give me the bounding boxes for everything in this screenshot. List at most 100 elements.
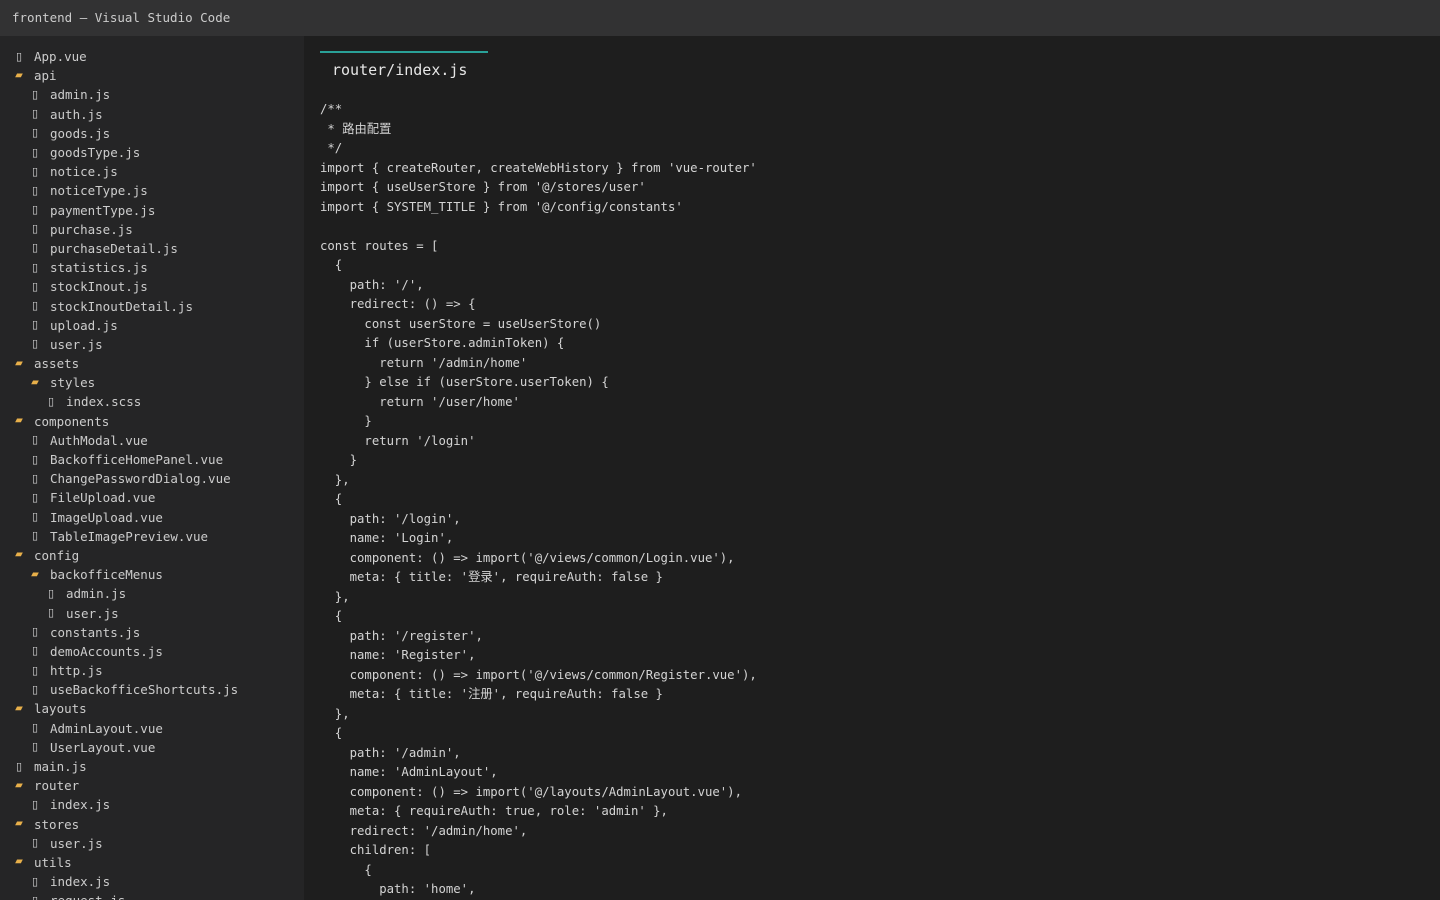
tree-file[interactable]: ▯ UserLayout.vue	[0, 738, 304, 757]
tree-file[interactable]: ▯ constants.js	[0, 623, 304, 642]
tree-folder[interactable]: ▰ assets	[0, 354, 304, 373]
code-line: import { SYSTEM_TITLE } from '@/config/c…	[320, 199, 683, 214]
tree-item-label: request.js	[50, 893, 125, 900]
tree-file[interactable]: ▯ index.scss	[0, 392, 304, 411]
file-icon: ▯	[31, 279, 39, 293]
tree-file[interactable]: ▯ admin.js	[0, 584, 304, 603]
tree-item-label: index.js	[50, 797, 111, 813]
tree-file[interactable]: ▯ admin.js	[0, 85, 304, 104]
tree-folder[interactable]: ▰ router	[0, 776, 304, 795]
code-line: {	[320, 492, 343, 506]
folder-icon: ▰	[31, 568, 39, 580]
code-content[interactable]: /** * 路由配置 */ import { createRouter, crea…	[320, 100, 757, 900]
tree-file[interactable]: ▯ useBackofficeShortcuts.js	[0, 680, 304, 699]
tree-file[interactable]: ▯ purchaseDetail.js	[0, 239, 304, 258]
folder-icon: ▰	[15, 357, 23, 369]
tree-file[interactable]: ▯ TableImagePreview.vue	[0, 527, 304, 546]
tree-item-label: goods.js	[50, 125, 111, 141]
tree-file[interactable]: ▯ request.js	[0, 891, 304, 900]
folder-icon: ▰	[15, 856, 23, 868]
tree-folder[interactable]: ▰ config	[0, 546, 304, 565]
tree-file[interactable]: ▯ user.js	[0, 834, 304, 853]
code-line: },	[320, 472, 350, 487]
file-icon: ▯	[31, 299, 39, 313]
tree-file[interactable]: ▯ stockInout.js	[0, 277, 304, 296]
tree-folder[interactable]: ▰ api	[0, 66, 304, 85]
file-icon: ▯	[31, 260, 39, 274]
tree-file[interactable]: ▯ demoAccounts.js	[0, 642, 304, 661]
tree-file[interactable]: ▯ ImageUpload.vue	[0, 508, 304, 527]
tree-item-label: notice.js	[50, 164, 118, 180]
code-line: */	[320, 141, 343, 155]
file-icon: ▯	[47, 394, 55, 408]
tree-item-label: statistics.js	[50, 260, 148, 276]
tree-file[interactable]: ▯ AdminLayout.vue	[0, 719, 304, 738]
tree-file[interactable]: ▯ notice.js	[0, 162, 304, 181]
code-line: name: 'Login',	[320, 531, 454, 545]
tree-file[interactable]: ▯ user.js	[0, 603, 304, 622]
code-line: name: 'Register',	[320, 648, 476, 662]
tree-item-label: backofficeMenus	[50, 567, 163, 583]
tree-file[interactable]: ▯ auth.js	[0, 105, 304, 124]
tree-file[interactable]: ▯ noticeType.js	[0, 181, 304, 200]
tree-file[interactable]: ▯ ChangePasswordDialog.vue	[0, 469, 304, 488]
code-line: {	[320, 609, 343, 623]
file-icon: ▯	[31, 836, 39, 850]
tree-file[interactable]: ▯ upload.js	[0, 316, 304, 335]
code-line: * 路由配置	[320, 121, 392, 136]
folder-icon: ▰	[15, 779, 23, 791]
tree-file[interactable]: ▯ BackofficeHomePanel.vue	[0, 450, 304, 469]
tree-item-label: components	[34, 413, 110, 429]
tree-folder[interactable]: ▰ layouts	[0, 699, 304, 718]
tree-folder[interactable]: ▰ styles	[0, 373, 304, 392]
tree-folder[interactable]: ▰ backofficeMenus	[0, 565, 304, 584]
code-line: path: '/register',	[320, 628, 483, 643]
tree-file[interactable]: ▯ goods.js	[0, 124, 304, 143]
file-icon: ▯	[31, 471, 39, 485]
tree-file[interactable]: ▯ main.js	[0, 757, 304, 776]
tree-item-label: auth.js	[50, 106, 103, 122]
tree-file[interactable]: ▯ index.js	[0, 795, 304, 814]
code-line: },	[320, 589, 350, 604]
tree-item-label: purchaseDetail.js	[50, 240, 178, 256]
explorer-panel: ▯ App.vue ▰ api ▯ admin.js ▯ auth.js ▯ goods.js ▯ g…	[0, 36, 304, 900]
code-line: component: () => import('@/views/common/…	[320, 550, 735, 565]
code-line: import { createRouter, createWebHistory …	[320, 160, 757, 175]
file-icon: ▯	[31, 164, 39, 178]
tree-file[interactable]: ▯ stockInoutDetail.js	[0, 296, 304, 315]
code-line: path: 'home',	[320, 882, 476, 896]
code-line: component: () => import('@/layouts/Admin…	[320, 784, 742, 799]
tree-file[interactable]: ▯ App.vue	[0, 47, 304, 66]
tree-item-label: purchase.js	[50, 221, 133, 237]
tree-item-label: utils	[34, 854, 72, 870]
tree-file[interactable]: ▯ purchase.js	[0, 220, 304, 239]
file-icon: ▯	[31, 241, 39, 255]
tree-item-label: router	[34, 778, 80, 794]
tree-file[interactable]: ▯ paymentType.js	[0, 201, 304, 220]
tree-folder[interactable]: ▰ stores	[0, 815, 304, 834]
tab-router-index-js[interactable]: router/index.js	[320, 51, 488, 85]
code-line: name: 'AdminLayout',	[320, 765, 498, 779]
code-line: }	[320, 414, 372, 428]
tree-folder[interactable]: ▰ components	[0, 412, 304, 431]
tree-folder[interactable]: ▰ utils	[0, 853, 304, 872]
tree-file[interactable]: ▯ index.js	[0, 872, 304, 891]
folder-icon: ▰	[15, 415, 23, 427]
tree-item-label: demoAccounts.js	[50, 643, 163, 659]
tree-file[interactable]: ▯ http.js	[0, 661, 304, 680]
tree-item-label: TableImagePreview.vue	[50, 528, 209, 544]
folder-icon: ▰	[15, 702, 23, 714]
code-line: const routes = [	[320, 238, 439, 253]
tree-file[interactable]: ▯ statistics.js	[0, 258, 304, 277]
tree-item-label: stores	[34, 816, 80, 832]
file-icon: ▯	[31, 126, 39, 140]
tree-file[interactable]: ▯ FileUpload.vue	[0, 488, 304, 507]
tree-file[interactable]: ▯ user.js	[0, 335, 304, 354]
tree-item-label: stockInout.js	[50, 279, 148, 295]
tree-file[interactable]: ▯ goodsType.js	[0, 143, 304, 162]
tree-file[interactable]: ▯ AuthModal.vue	[0, 431, 304, 450]
file-icon: ▯	[15, 49, 23, 63]
tree-item-label: noticeType.js	[50, 183, 148, 199]
tree-item-label: FileUpload.vue	[50, 490, 156, 506]
tree-item-label: constants.js	[50, 624, 141, 640]
